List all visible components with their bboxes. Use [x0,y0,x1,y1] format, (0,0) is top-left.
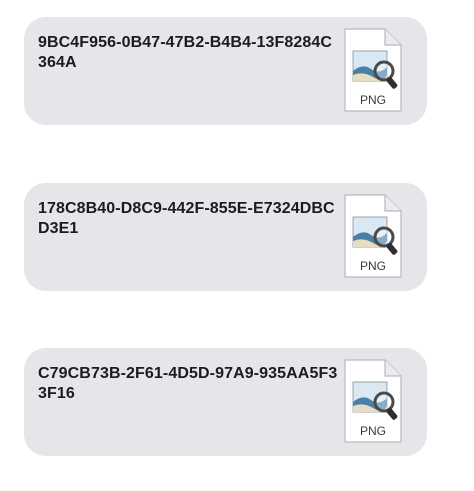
png-file-icon: PNG [341,358,405,444]
png-file-icon: PNG [341,193,405,279]
attachment-filename: C79CB73B-2F61-4D5D-97A9-935AA5F33F16 [38,365,338,402]
file-type-label: PNG [359,259,386,273]
file-attachment-message[interactable]: C79CB73B-2F61-4D5D-97A9-935AA5F33F16 PNG [24,348,427,456]
attachment-filename: 9BC4F956-0B47-47B2-B4B4-13F8284C364A [38,34,333,71]
attachment-filename: 178C8B40-D8C9-442F-855E-E7324DBCD3E1 [38,200,335,237]
file-type-label: PNG [359,424,386,438]
file-attachment-message[interactable]: 178C8B40-D8C9-442F-855E-E7324DBCD3E1 PNG [24,183,427,291]
file-attachment-message[interactable]: 9BC4F956-0B47-47B2-B4B4-13F8284C364A PNG [24,17,427,125]
png-file-icon: PNG [341,27,405,113]
file-type-label: PNG [359,93,386,107]
